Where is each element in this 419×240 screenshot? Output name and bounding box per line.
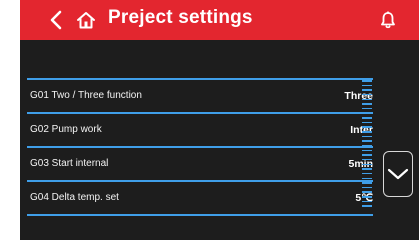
scrollbar[interactable]	[362, 80, 372, 210]
setting-label: G03 Start internal	[30, 158, 109, 169]
scrollbar-tick	[362, 131, 372, 133]
setting-label: G01 Two / Three function	[30, 90, 142, 101]
scrollbar-tick	[362, 117, 372, 119]
scrollbar-tick	[362, 196, 372, 198]
page-title: Preject settings	[108, 7, 253, 28]
chevron-left-icon	[50, 10, 62, 30]
scrollbar-tick	[362, 177, 372, 179]
scrollbar-tick	[362, 149, 372, 152]
chevron-down-icon	[387, 168, 409, 180]
setting-row-g02[interactable]: G02 Pump work Inter	[27, 112, 373, 146]
notification-button[interactable]	[377, 9, 399, 31]
scrollbar-tick	[362, 89, 372, 91]
scrollbar-tick	[362, 168, 372, 170]
scrollbar-tick	[362, 205, 372, 207]
scrollbar-tick	[362, 107, 372, 110]
back-button[interactable]	[46, 8, 66, 32]
scrollbar-tick	[362, 140, 372, 142]
scrollbar-tick	[362, 84, 372, 87]
home-icon	[77, 12, 95, 29]
scrollbar-tick	[362, 182, 372, 184]
scrollbar-tick	[362, 126, 372, 128]
setting-label: G02 Pump work	[30, 124, 102, 135]
scrollbar-tick	[362, 154, 372, 156]
scrollbar-tick	[362, 93, 372, 96]
settings-panel: G01 Two / Three function Three G02 Pump …	[20, 40, 419, 240]
header-bar: Preject settings	[20, 0, 419, 40]
setting-row-g03[interactable]: G03 Start internal 5min	[27, 146, 373, 180]
screen: Preject settings G01 Two / Three functio…	[0, 0, 419, 240]
scrollbar-tick	[362, 121, 372, 124]
scrollbar-tick	[362, 158, 372, 161]
scrollbar-tick	[362, 80, 372, 82]
setting-label: G04 Delta temp. set	[30, 192, 119, 203]
scrollbar-tick	[362, 200, 372, 203]
scroll-down-button[interactable]	[383, 151, 413, 197]
bell-icon	[381, 11, 395, 29]
scrollbar-tick	[362, 186, 372, 189]
scrollbar-tick	[362, 172, 372, 175]
settings-list: G01 Two / Three function Three G02 Pump …	[27, 78, 373, 216]
setting-row-g04[interactable]: G04 Delta temp. set 5℃	[27, 180, 373, 216]
scrollbar-tick	[362, 191, 372, 193]
home-button[interactable]	[74, 8, 98, 32]
scrollbar-tick	[362, 163, 372, 166]
scrollbar-tick	[362, 135, 372, 138]
setting-row-g01[interactable]: G01 Two / Three function Three	[27, 78, 373, 112]
scrollbar-tick	[362, 145, 372, 147]
scrollbar-tick	[362, 98, 372, 101]
scrollbar-tick	[362, 103, 372, 105]
scrollbar-tick	[362, 112, 372, 114]
